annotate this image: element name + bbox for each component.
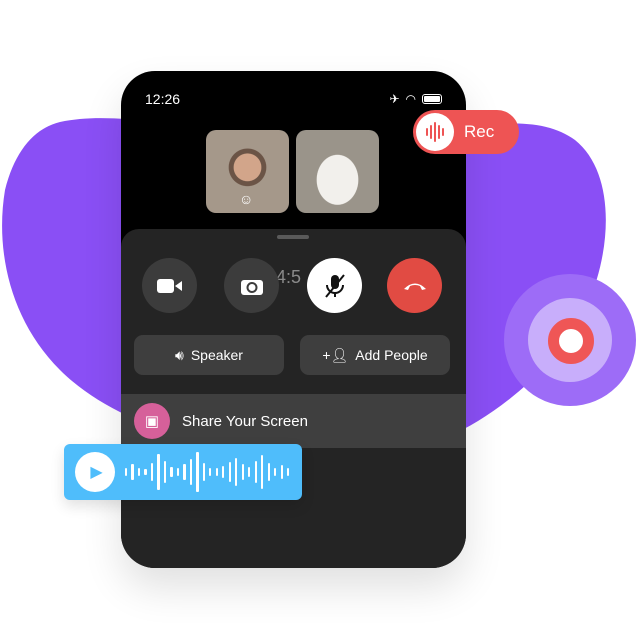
play-button[interactable]: ▶ [75,452,115,492]
wave-bar [150,463,154,481]
status-bar: 12:26 ✈ ◠ [145,91,442,107]
wave-bar [131,464,134,480]
waveform [125,449,290,495]
self-video[interactable]: ☺ [206,130,289,213]
wave-bar [144,469,147,475]
wave-bar [125,468,128,476]
wave-bar [280,465,283,479]
wave-bar [241,464,244,480]
speaker-button[interactable]: 🔊︎ Speaker [134,335,284,375]
end-call-button[interactable] [387,258,442,313]
wave-bar [261,455,264,489]
wave-bar [183,464,186,480]
wave-bar [274,468,277,476]
camera-rotate-icon [240,279,263,295]
airplane-icon: ✈ [389,92,400,106]
wave-bar [170,467,173,477]
wave-bar [248,467,251,477]
wave-bar [228,462,231,482]
mute-button[interactable] [307,258,362,313]
record-dot-icon [548,318,594,364]
clock: 12:26 [145,91,181,107]
wave-bar [137,468,141,476]
rec-badge[interactable]: Rec [413,110,519,154]
add-people-button[interactable]: +👤︎ Add People [300,335,450,375]
wave-bar [267,463,270,481]
video-icon [156,278,182,293]
battery-icon [422,94,442,104]
remote-video[interactable] [296,130,379,213]
wave-bar [196,452,199,492]
call-controls-sheet: 34:5 🔊︎ Speaker +👤︎ Add People ▣ Share Y… [121,229,466,568]
wifi-icon: ◠ [405,92,416,106]
wave-bar [176,468,180,476]
audio-message-player: ▶ [64,444,302,500]
share-screen-item[interactable]: ▣ Share Your Screen [121,394,466,448]
wave-bar [189,459,193,485]
wave-bar [222,466,225,478]
audio-wave-icon [416,113,454,151]
screen-share-icon: ▣ [134,403,170,439]
wave-bar [287,468,290,476]
sheet-handle[interactable] [277,235,309,239]
video-camera-button[interactable] [142,258,197,313]
wave-bar [215,468,218,476]
flip-camera-button[interactable] [224,258,279,313]
effects-icon[interactable]: ☺ [239,191,253,207]
wave-bar [202,463,205,481]
wave-bar [254,461,257,483]
phone-hangup-icon [403,283,426,290]
wave-bar [209,468,212,476]
wave-bar [235,458,238,486]
speaker-icon: 🔊︎ [175,346,184,363]
add-person-icon: +👤︎ [322,346,349,363]
wave-bar [163,461,167,483]
wave-bar [157,454,160,490]
mic-off-icon [324,273,345,298]
